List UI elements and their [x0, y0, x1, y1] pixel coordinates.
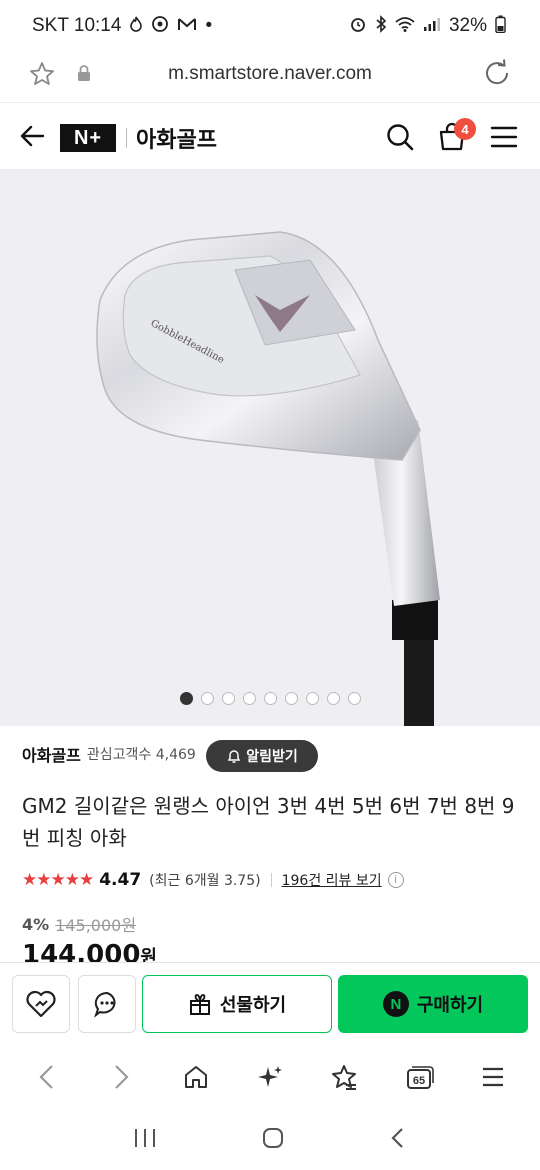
review-link[interactable]: 196건 리뷰 보기 [282, 870, 382, 890]
product-title: GM2 길이같은 원랭스 아이언 3번 4번 5번 6번 7번 8번 9번 피칭… [22, 794, 515, 850]
original-price: 145,000원 [55, 916, 137, 935]
browser-toolbar: 65 [0, 1044, 540, 1110]
back-arrow-icon[interactable] [18, 121, 48, 151]
carousel-dot[interactable] [179, 692, 193, 705]
carousel-dot[interactable] [221, 692, 235, 705]
store-header: N+ 아화골프 4 [0, 102, 540, 170]
naver-pay-icon: N [382, 991, 409, 1017]
product-image-carousel[interactable]: GobbleHeadline [0, 170, 540, 726]
url-text[interactable]: m.smartstore.naver.com [0, 63, 540, 85]
purchase-action-bar: 선물하기 N 구매하기 [0, 962, 540, 1044]
alarm-label: 알림받기 [246, 749, 298, 765]
naver-plus-logo[interactable]: N+ [60, 124, 116, 152]
gmail-icon [177, 16, 197, 36]
carousel-dot[interactable] [347, 692, 361, 705]
tabs-icon[interactable]: 65 [399, 1057, 439, 1097]
price-row: 4% 145,000원 [22, 912, 136, 936]
gift-button[interactable]: 선물하기 [142, 975, 332, 1033]
rating-row: ★★★★★ 4.47 (최근 6개월 3.75) 196건 리뷰 보기 i [22, 870, 404, 890]
carousel-dot[interactable] [263, 692, 277, 705]
rating-value: 4.47 [99, 870, 142, 890]
recents-icon[interactable] [132, 1127, 158, 1153]
signal-icon [423, 16, 441, 36]
carousel-dot[interactable] [326, 692, 340, 705]
follower-count: 관심고객수 4,469 [86, 747, 196, 763]
golf-iron-image: GobbleHeadline [96, 231, 440, 726]
cart-count-badge: 4 [454, 118, 476, 140]
system-back-icon[interactable] [388, 1126, 408, 1154]
alarm-icon [349, 15, 367, 37]
gift-icon [189, 994, 210, 1015]
system-home-icon[interactable] [261, 1126, 285, 1154]
wifi-icon [395, 16, 415, 36]
chat-bubble-icon [94, 991, 116, 1018]
tab-count: 65 [412, 1075, 424, 1087]
home-icon[interactable] [176, 1057, 216, 1097]
bookmarks-icon[interactable] [324, 1057, 364, 1097]
buy-button[interactable]: N 구매하기 [338, 975, 528, 1033]
bluetooth-icon [375, 15, 387, 37]
info-icon[interactable]: i [387, 872, 404, 888]
battery-icon [495, 15, 506, 37]
flame-icon [129, 16, 143, 36]
talk-button[interactable] [78, 975, 136, 1033]
carousel-dot[interactable] [242, 692, 256, 705]
rating-divider [270, 873, 272, 887]
header-divider [126, 128, 127, 148]
carrier-time: SKT 10:14 [32, 15, 122, 36]
carousel-dot[interactable] [200, 692, 214, 705]
wishlist-button[interactable] [12, 975, 70, 1033]
search-icon[interactable] [384, 121, 416, 153]
bell-plus-icon [228, 750, 241, 763]
rating-stars: ★★★★★ [22, 870, 94, 890]
menu-icon[interactable] [490, 125, 518, 149]
discount-rate: 4% [22, 914, 50, 934]
system-navigation [0, 1110, 540, 1170]
store-info-row: 아화골프 관심고객수 4,469 알림받기 [22, 740, 318, 772]
carousel-dot[interactable] [284, 692, 298, 705]
carousel-dot[interactable] [305, 692, 319, 705]
gift-label: 선물하기 [219, 995, 287, 1016]
buy-label: 구매하기 [416, 995, 484, 1016]
reload-icon[interactable] [482, 58, 512, 95]
store-name-link[interactable]: 아화골프 [22, 742, 81, 766]
alarm-subscribe-button[interactable]: 알림받기 [206, 740, 318, 772]
sparkle-icon[interactable] [250, 1057, 290, 1097]
recent-rating: (최근 6개월 3.75) [149, 873, 261, 889]
header-store-name[interactable]: 아화골프 [136, 122, 217, 154]
address-bar[interactable]: m.smartstore.naver.com [0, 52, 540, 102]
notification-dot: • [205, 15, 213, 36]
heart-icon [26, 990, 56, 1018]
back-icon[interactable] [27, 1057, 67, 1097]
forward-icon[interactable] [101, 1057, 141, 1097]
sync-icon [151, 15, 169, 37]
battery-percent: 32% [448, 15, 487, 36]
browser-menu-icon[interactable] [473, 1057, 513, 1097]
status-bar: SKT 10:14 • 32% [0, 0, 540, 52]
carousel-indicator [0, 692, 540, 705]
